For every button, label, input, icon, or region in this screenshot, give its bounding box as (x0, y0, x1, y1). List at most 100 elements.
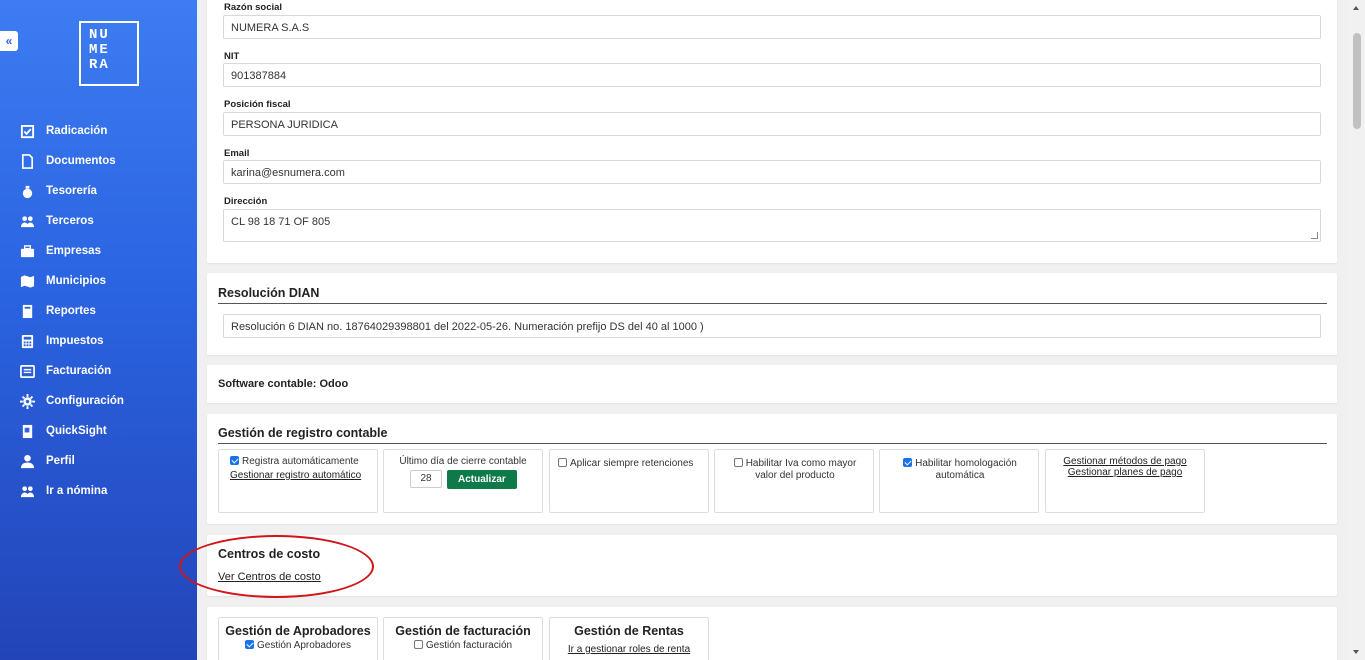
sidebar-item-label: Terceros (46, 215, 94, 227)
gestion-roles-card: Gestión de Aprobadores Gestión Aprobador… (207, 607, 1337, 660)
rentas-title: Gestión de Rentas (574, 624, 684, 638)
cierre-contable-box: Último día de cierre contable 28 Actualiz… (383, 449, 543, 513)
ver-centros-costo-link[interactable]: Ver Centros de costo (218, 571, 321, 583)
resolucion-dian-input[interactable]: Resolución 6 DIAN no. 18764029398801 del… (223, 314, 1321, 338)
sidebar-item-label: Reportes (46, 305, 96, 317)
gestion-aprobadores-checkbox[interactable] (245, 640, 255, 649)
user-icon (19, 453, 35, 469)
users-icon (19, 213, 35, 229)
email-label: Email (224, 148, 250, 159)
book-icon (19, 303, 35, 319)
cierre-day-input[interactable]: 28 (410, 470, 442, 489)
gestionar-registro-automatico-link[interactable]: Gestionar registro automático (230, 470, 361, 481)
collapse-sidebar-button[interactable]: « (0, 31, 18, 51)
map-icon (19, 273, 35, 289)
direccion-textarea[interactable]: CL 98 18 71 OF 805 (223, 209, 1321, 242)
main-content: Razón social NUMERA S.A.S NIT 901387884 … (207, 0, 1337, 660)
posicion-fiscal-input[interactable]: PERSONA JURIDICA (223, 112, 1321, 136)
rentas-box: Gestión de Rentas Ir a gestionar roles d… (549, 617, 709, 660)
numera-logo[interactable]: NU ME RA (79, 21, 139, 86)
razon-social-label: Razón social (224, 2, 283, 13)
gestionar-metodos-pago-link[interactable]: Gestionar métodos de pago (1063, 456, 1186, 467)
sidebar-item-impuestos[interactable]: Impuestos (0, 326, 197, 356)
sidebar-item-label: Municipios (46, 275, 107, 287)
scroll-up-icon[interactable] (1353, 6, 1359, 10)
habilitar-homologacion-label: Habilitar homologación automática (915, 458, 1017, 481)
facturacion-title: Gestión de facturación (395, 624, 531, 638)
software-contable-label: Software contable: Odoo (218, 378, 349, 390)
sidebar-item-perfil[interactable]: Perfil (0, 446, 197, 476)
retenciones-box: Aplicar siempre retenciones (549, 449, 709, 513)
money-bag-icon (19, 183, 35, 199)
actualizar-button[interactable]: Actualizar (447, 470, 517, 489)
sidebar-item-tesoreria[interactable]: Tesorería (0, 176, 197, 206)
sidebar-item-label: Radicación (46, 125, 108, 137)
sidebar-item-label: Ir a nómina (46, 485, 108, 497)
sidebar-item-reportes[interactable]: Reportes (0, 296, 197, 326)
logo-line: ME (89, 42, 110, 58)
sidebar-item-documentos[interactable]: Documentos (0, 146, 197, 176)
gestionar-roles-renta-link[interactable]: Ir a gestionar roles de renta (568, 644, 690, 655)
resolucion-dian-title: Resolución DIAN (218, 286, 320, 300)
aprobadores-title: Gestión de Aprobadores (225, 624, 371, 638)
direccion-label: Dirección (224, 196, 268, 207)
software-contable-card: Software contable: Odoo (207, 365, 1337, 403)
logo-line: NU (89, 27, 110, 43)
aprobadores-box: Gestión de Aprobadores Gestión Aprobador… (218, 617, 378, 660)
razon-social-input[interactable]: NUMERA S.A.S (223, 15, 1321, 39)
sidebar-item-label: Facturación (46, 365, 112, 377)
sidebar-item-ir-a-nomina[interactable]: Ir a nómina (0, 476, 197, 506)
sidebar-item-label: Configuración (46, 395, 124, 407)
sidebar-item-label: Documentos (46, 155, 116, 167)
document-icon (19, 153, 35, 169)
sidebar-item-quicksight[interactable]: QuickSight (0, 416, 197, 446)
posicion-fiscal-label: Posición fiscal (224, 99, 291, 110)
gestion-facturacion-checkbox[interactable] (413, 640, 423, 649)
briefcase-icon (19, 243, 35, 259)
sidebar-item-terceros[interactable]: Terceros (0, 206, 197, 236)
registra-automaticamente-checkbox[interactable] (230, 456, 239, 465)
nit-input[interactable]: 901387884 (223, 63, 1321, 87)
direccion-value: CL 98 18 71 OF 805 (231, 216, 331, 228)
gestionar-planes-pago-link[interactable]: Gestionar planes de pago (1068, 467, 1183, 478)
sidebar: « NU ME RA Radicación Documentos Tesorer… (0, 0, 197, 660)
company-info-card: Razón social NUMERA S.A.S NIT 901387884 … (207, 0, 1337, 263)
people-icon (19, 483, 35, 499)
aplicar-retenciones-label: Aplicar siempre retenciones (570, 458, 694, 469)
vertical-scrollbar[interactable] (1348, 0, 1365, 660)
sidebar-item-label: QuickSight (46, 425, 107, 437)
iva-box: Habilitar Iva como mayor valor del produ… (714, 449, 874, 513)
sidebar-nav: Radicación Documentos Tesorería Terceros… (0, 116, 197, 506)
invoice-icon (19, 363, 35, 379)
sidebar-item-radicacion[interactable]: Radicación (0, 116, 197, 146)
habilitar-iva-checkbox[interactable] (733, 458, 743, 467)
gear-icon (19, 393, 35, 409)
habilitar-homologacion-checkbox[interactable] (903, 458, 913, 467)
sidebar-item-configuracion[interactable]: Configuración (0, 386, 197, 416)
scroll-down-icon[interactable] (1353, 650, 1359, 654)
aplicar-retenciones-checkbox[interactable] (558, 458, 567, 467)
sidebar-item-label: Impuestos (46, 335, 104, 347)
resize-handle-icon[interactable] (1311, 232, 1318, 239)
sidebar-item-empresas[interactable]: Empresas (0, 236, 197, 266)
sidebar-item-facturacion[interactable]: Facturación (0, 356, 197, 386)
metodos-pago-box: Gestionar métodos de pago Gestionar plan… (1045, 449, 1205, 513)
sidebar-item-label: Tesorería (46, 185, 97, 197)
section-divider (218, 443, 1327, 444)
gestion-aprobadores-label: Gestión Aprobadores (257, 640, 351, 651)
sidebar-item-municipios[interactable]: Municipios (0, 266, 197, 296)
section-divider (218, 303, 1327, 304)
calculator-icon (19, 333, 35, 349)
cierre-contable-label: Último día de cierre contable (399, 456, 527, 467)
registro-contable-title: Gestión de registro contable (218, 426, 388, 440)
centros-costo-card: Centros de costo Ver Centros de costo (207, 535, 1337, 596)
chart-book-icon (19, 423, 35, 439)
check-square-icon (19, 123, 35, 139)
gestion-facturacion-label: Gestión facturación (425, 640, 513, 651)
registra-automaticamente-label: Registra automáticamente (242, 456, 359, 467)
habilitar-iva-label: Habilitar Iva como mayor valor del produ… (745, 458, 857, 481)
scrollbar-thumb[interactable] (1353, 33, 1361, 129)
resolucion-dian-card: Resolución DIAN Resolución 6 DIAN no. 18… (207, 273, 1337, 355)
centros-costo-title: Centros de costo (218, 547, 321, 561)
email-input[interactable]: karina@esnumera.com (223, 160, 1321, 184)
